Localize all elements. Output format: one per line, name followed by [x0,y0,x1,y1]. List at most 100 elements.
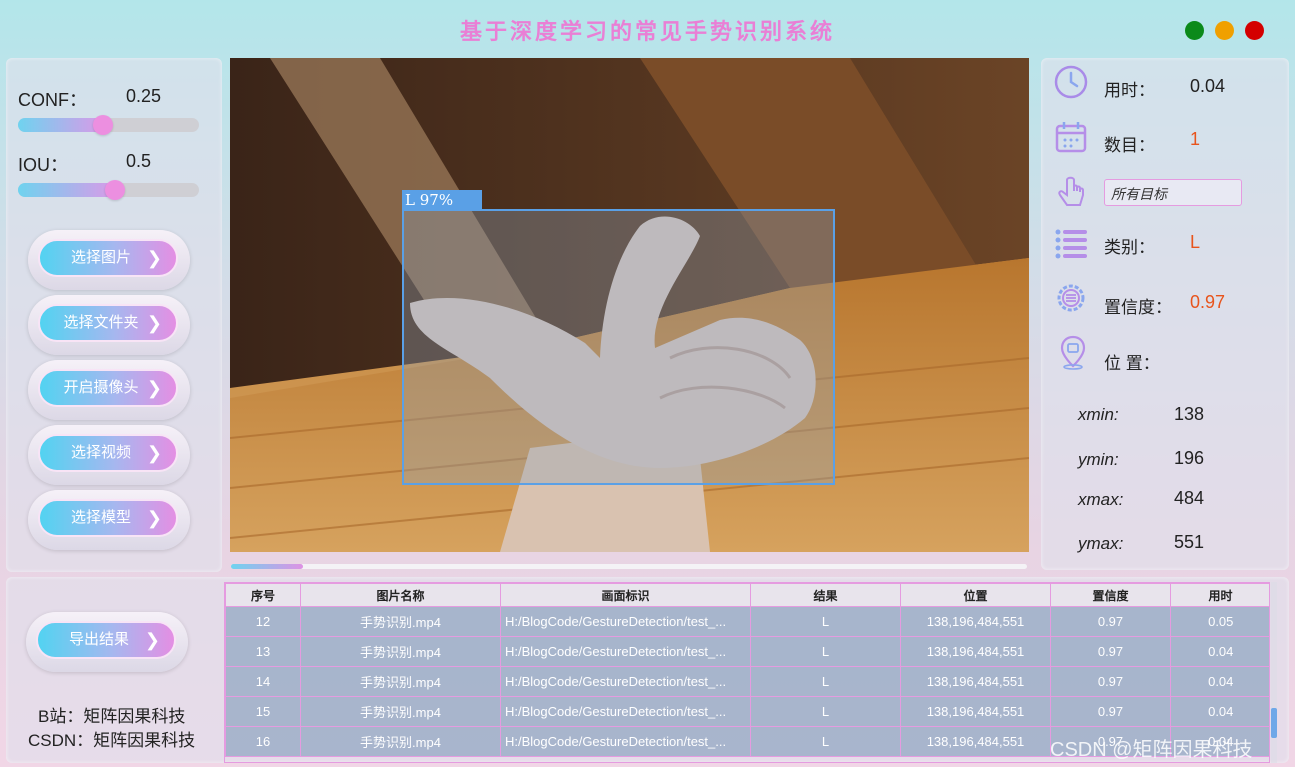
cell-frame-id: H:/BlogCode/GestureDetection/test_... [500,606,751,637]
cell-image-name: 手势识别.mp4 [300,726,501,757]
maximize-button[interactable] [1215,21,1234,40]
scene-illustration: L 97% [230,58,1029,552]
cell-time: 0.04 [1170,666,1269,697]
cell-index: 13 [225,636,301,667]
cell-confidence: 0.97 [1050,606,1171,637]
col-header-result[interactable]: 结果 [750,583,901,607]
class-value: L [1190,232,1201,252]
chevron-right-icon: ❯ [146,313,162,333]
cell-image-name: 手势识别.mp4 [300,636,501,667]
select-model-button[interactable]: 选择模型 ❯ [28,490,190,550]
select-folder-label: 选择文件夹 [63,314,139,331]
cell-result: L [750,606,901,637]
cell-image-name: 手势识别.mp4 [300,666,501,697]
select-folder-button[interactable]: 选择文件夹 ❯ [28,295,190,355]
col-header-confidence[interactable]: 置信度 [1050,583,1171,607]
close-button[interactable] [1245,21,1264,40]
export-results-label: 导出结果 [68,631,129,648]
iou-slider[interactable] [18,180,199,200]
position-label: 位 置： [1104,354,1160,373]
gear-icon [1057,284,1085,312]
list-icon [1055,229,1087,259]
cell-index: 14 [225,666,301,697]
cell-frame-id: H:/BlogCode/GestureDetection/test_... [500,696,751,727]
select-video-button[interactable]: 选择视频 ❯ [28,425,190,485]
table-row[interactable]: 15 手势识别.mp4 H:/BlogCode/GestureDetection… [225,696,1269,727]
ymin-value: 196 [1174,448,1205,468]
cell-frame-id: H:/BlogCode/GestureDetection/test_... [500,726,751,757]
open-camera-button[interactable]: 开启摄像头 ❯ [28,360,190,420]
detection-box [402,209,835,485]
location-pin-icon [1060,335,1086,370]
open-camera-label: 开启摄像头 [63,379,139,396]
iou-slider-handle[interactable] [105,180,125,200]
select-image-label: 选择图片 [70,249,131,266]
table-row[interactable]: 13 手势识别.mp4 H:/BlogCode/GestureDetection… [225,636,1269,667]
select-model-label: 选择模型 [70,509,131,526]
ymin-label: ymin: [1078,450,1119,469]
conf-slider-handle[interactable] [93,115,113,135]
conf-value: 0.25 [126,86,162,106]
watermark: CSDN @矩阵因果科技 [1050,739,1253,761]
col-header-frame-id[interactable]: 画面标识 [500,583,751,607]
target-select[interactable]: 所有目标 [1104,179,1242,206]
hand-pointer-icon [1058,176,1084,206]
table-row[interactable]: 12 手势识别.mp4 H:/BlogCode/GestureDetection… [225,606,1269,637]
cell-confidence: 0.97 [1050,666,1171,697]
col-header-position[interactable]: 位置 [900,583,1051,607]
export-results-button[interactable]: 导出结果 ❯ [26,612,188,672]
conf-label: CONF： [18,90,87,110]
cell-frame-id: H:/BlogCode/GestureDetection/test_... [500,636,751,667]
cell-position: 138,196,484,551 [900,666,1051,697]
cell-result: L [750,726,901,757]
cell-confidence: 0.97 [1050,636,1171,667]
table-header-row: 序号 图片名称 画面标识 结果 位置 置信度 用时 [225,583,1269,607]
cell-result: L [750,696,901,727]
cell-image-name: 手势识别.mp4 [300,606,501,637]
chevron-right-icon: ❯ [146,248,162,268]
cell-frame-id: H:/BlogCode/GestureDetection/test_... [500,666,751,697]
iou-slider-fill [18,183,115,197]
cell-time: 0.05 [1170,606,1269,637]
confidence-value: 0.97 [1190,292,1226,312]
class-label: 类别： [1104,238,1155,257]
conf-slider-fill [18,118,103,132]
select-video-label: 选择视频 [70,444,131,461]
cell-result: L [750,636,901,667]
detection-box-label: L 97% [405,191,453,209]
ymax-value: 551 [1174,532,1205,552]
xmax-value: 484 [1174,488,1205,508]
xmin-value: 138 [1174,404,1205,424]
count-value: 1 [1190,129,1201,149]
cell-position: 138,196,484,551 [900,606,1051,637]
iou-label: IOU： [18,155,69,175]
chevron-right-icon: ❯ [144,630,160,650]
credit-bilibili: B站：矩阵因果科技 [38,707,186,726]
app-title: 基于深度学习的常见手势识别系统 [459,19,835,45]
xmax-label: xmax: [1078,490,1124,509]
cell-position: 138,196,484,551 [900,696,1051,727]
cell-position: 138,196,484,551 [900,726,1051,757]
progress-track [231,564,1027,569]
table-scrollbar-thumb[interactable] [1271,708,1277,738]
minimize-button[interactable] [1185,21,1204,40]
time-value: 0.04 [1190,76,1226,96]
col-header-image-name[interactable]: 图片名称 [300,583,501,607]
progress-fill [231,564,303,569]
calendar-icon [1055,122,1087,153]
conf-slider[interactable] [18,115,199,135]
time-label: 用时： [1104,81,1155,100]
credit-csdn: CSDN：矩阵因果科技 [28,731,196,750]
cell-index: 16 [225,726,301,757]
cell-index: 12 [225,606,301,637]
col-header-index[interactable]: 序号 [225,583,301,607]
table-row[interactable]: 14 手势识别.mp4 H:/BlogCode/GestureDetection… [225,666,1269,697]
clock-icon [1054,65,1088,99]
table-scrollbar[interactable] [1271,582,1277,763]
select-image-button[interactable]: 选择图片 ❯ [28,230,190,290]
detection-image: L 97% [230,58,1029,552]
col-header-time[interactable]: 用时 [1170,583,1269,607]
count-label: 数目： [1104,136,1155,155]
cell-position: 138,196,484,551 [900,636,1051,667]
ymax-label: ymax: [1078,534,1124,553]
